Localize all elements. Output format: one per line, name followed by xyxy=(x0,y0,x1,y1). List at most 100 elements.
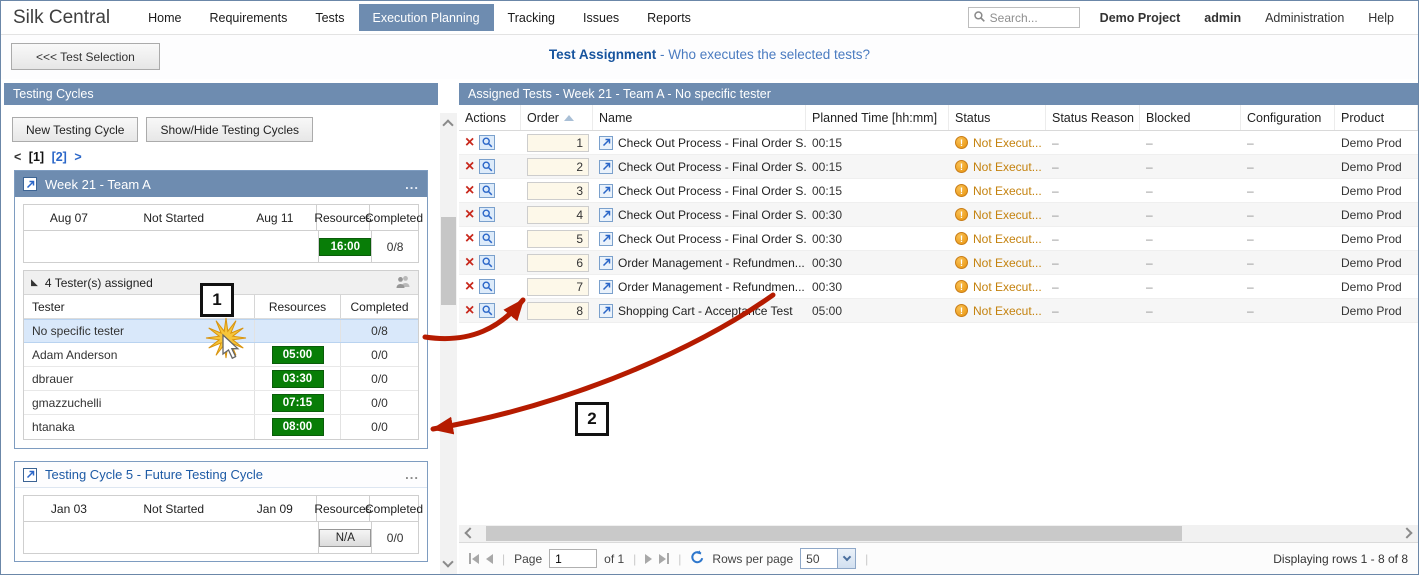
refresh-icon[interactable] xyxy=(690,550,705,568)
cycle-card-header[interactable]: Testing Cycle 5 - Future Testing Cycle .… xyxy=(15,462,427,488)
col-status[interactable]: Status xyxy=(949,105,1046,130)
delete-icon[interactable]: × xyxy=(465,159,474,175)
open-test-icon[interactable] xyxy=(599,304,613,318)
col-product[interactable]: Product xyxy=(1335,105,1418,130)
test-name[interactable]: Order Management - Refundmen... xyxy=(618,280,805,294)
col-status-reason[interactable]: Status Reason xyxy=(1046,105,1140,130)
nav-requirements[interactable]: Requirements xyxy=(196,4,302,31)
vertical-scrollbar[interactable] xyxy=(440,113,457,574)
user-menu[interactable]: admin xyxy=(1204,11,1241,25)
order-input[interactable] xyxy=(527,182,589,200)
delete-icon[interactable]: × xyxy=(465,183,474,199)
tester-row[interactable]: Adam Anderson 05:00 0/0 xyxy=(24,343,418,367)
show-hide-testing-cycles-button[interactable]: Show/Hide Testing Cycles xyxy=(146,117,313,142)
col-blocked[interactable]: Blocked xyxy=(1140,105,1241,130)
nav-tracking[interactable]: Tracking xyxy=(494,4,569,31)
cycles-page-2[interactable]: [2] xyxy=(52,150,67,164)
delete-icon[interactable]: × xyxy=(465,231,474,247)
order-input[interactable] xyxy=(527,302,589,320)
delete-icon[interactable]: × xyxy=(465,303,474,319)
cycles-prev-page[interactable]: < xyxy=(14,150,21,164)
tester-row[interactable]: gmazzuchelli 07:15 0/0 xyxy=(24,391,418,415)
col-actions[interactable]: Actions xyxy=(459,105,521,130)
open-test-icon[interactable] xyxy=(599,160,613,174)
test-row[interactable]: × Shopping Cart - Acceptance Test 05:00 … xyxy=(459,299,1418,323)
nav-issues[interactable]: Issues xyxy=(569,4,633,31)
open-cycle-icon[interactable] xyxy=(23,177,37,191)
test-name[interactable]: Check Out Process - Final Order S... xyxy=(618,160,806,174)
open-test-icon[interactable] xyxy=(599,232,613,246)
scroll-down-icon[interactable] xyxy=(442,556,453,567)
magnifier-icon[interactable] xyxy=(479,231,495,246)
test-row[interactable]: × Check Out Process - Final Order S... 0… xyxy=(459,227,1418,251)
test-row[interactable]: × Check Out Process - Final Order S... 0… xyxy=(459,203,1418,227)
open-cycle-icon[interactable] xyxy=(23,468,37,482)
cycles-next-page[interactable]: > xyxy=(74,150,81,164)
order-input[interactable] xyxy=(527,230,589,248)
horizontal-scroll-thumb[interactable] xyxy=(486,526,1182,541)
delete-icon[interactable]: × xyxy=(465,279,474,295)
magnifier-icon[interactable] xyxy=(479,279,495,294)
order-input[interactable] xyxy=(527,134,589,152)
delete-icon[interactable]: × xyxy=(465,255,474,271)
open-test-icon[interactable] xyxy=(599,208,613,222)
test-row[interactable]: × Order Management - Refundmen... 00:30 … xyxy=(459,251,1418,275)
nav-tests[interactable]: Tests xyxy=(301,4,358,31)
first-page-icon[interactable] xyxy=(469,553,479,564)
order-input[interactable] xyxy=(527,254,589,272)
collapse-triangle-icon[interactable]: ◣ xyxy=(31,278,38,287)
test-name[interactable]: Check Out Process - Final Order S... xyxy=(618,184,806,198)
tester-row-no-specific[interactable]: No specific tester 0/8 xyxy=(24,319,418,343)
test-name[interactable]: Shopping Cart - Acceptance Test xyxy=(618,304,793,318)
prev-page-icon[interactable] xyxy=(486,554,493,564)
scroll-up-icon[interactable] xyxy=(442,119,453,130)
col-planned-time[interactable]: Planned Time [hh:mm] xyxy=(806,105,949,130)
col-name[interactable]: Name xyxy=(593,105,806,130)
vertical-scroll-thumb[interactable] xyxy=(441,217,456,305)
order-input[interactable] xyxy=(527,206,589,224)
magnifier-icon[interactable] xyxy=(479,183,495,198)
cycle-card-header[interactable]: Week 21 - Team A ... xyxy=(15,171,427,197)
test-row[interactable]: × Check Out Process - Final Order S... 0… xyxy=(459,179,1418,203)
nav-execution-planning[interactable]: Execution Planning xyxy=(359,4,494,31)
open-test-icon[interactable] xyxy=(599,136,613,150)
test-name[interactable]: Check Out Process - Final Order S... xyxy=(618,208,806,222)
test-name[interactable]: Check Out Process - Final Order S... xyxy=(618,136,806,150)
last-page-icon[interactable] xyxy=(659,553,669,564)
delete-icon[interactable]: × xyxy=(465,135,474,151)
test-name[interactable]: Order Management - Refundmen... xyxy=(618,256,805,270)
project-selector[interactable]: Demo Project xyxy=(1100,11,1181,25)
dropdown-button[interactable] xyxy=(837,549,855,568)
next-page-icon[interactable] xyxy=(645,554,652,564)
new-testing-cycle-button[interactable]: New Testing Cycle xyxy=(12,117,138,142)
cycle-menu-icon[interactable]: ... xyxy=(405,467,419,482)
rows-per-page-select[interactable]: 50 xyxy=(800,548,856,569)
col-configuration[interactable]: Configuration xyxy=(1241,105,1335,130)
delete-icon[interactable]: × xyxy=(465,207,474,223)
magnifier-icon[interactable] xyxy=(479,207,495,222)
tester-row[interactable]: dbrauer 03:30 0/0 xyxy=(24,367,418,391)
magnifier-icon[interactable] xyxy=(479,303,495,318)
nav-reports[interactable]: Reports xyxy=(633,4,705,31)
test-row[interactable]: × Check Out Process - Final Order S... 0… xyxy=(459,131,1418,155)
test-row[interactable]: × Check Out Process - Final Order S... 0… xyxy=(459,155,1418,179)
magnifier-icon[interactable] xyxy=(479,255,495,270)
scroll-right-icon[interactable] xyxy=(1401,527,1412,538)
cycle-menu-icon[interactable]: ... xyxy=(405,177,419,192)
nav-home[interactable]: Home xyxy=(134,4,195,31)
order-input[interactable] xyxy=(527,278,589,296)
magnifier-icon[interactable] xyxy=(479,135,495,150)
administration-link[interactable]: Administration xyxy=(1265,11,1344,25)
open-test-icon[interactable] xyxy=(599,184,613,198)
open-test-icon[interactable] xyxy=(599,280,613,294)
cycles-page-1[interactable]: [1] xyxy=(29,150,44,164)
test-name[interactable]: Check Out Process - Final Order S... xyxy=(618,232,806,246)
search-input[interactable] xyxy=(990,11,1070,25)
testers-group-icon[interactable] xyxy=(395,275,411,291)
col-order[interactable]: Order xyxy=(521,105,593,130)
help-link[interactable]: Help xyxy=(1368,11,1394,25)
magnifier-icon[interactable] xyxy=(479,159,495,174)
order-input[interactable] xyxy=(527,158,589,176)
tester-row[interactable]: htanaka 08:00 0/0 xyxy=(24,415,418,439)
test-row[interactable]: × Order Management - Refundmen... 00:30 … xyxy=(459,275,1418,299)
